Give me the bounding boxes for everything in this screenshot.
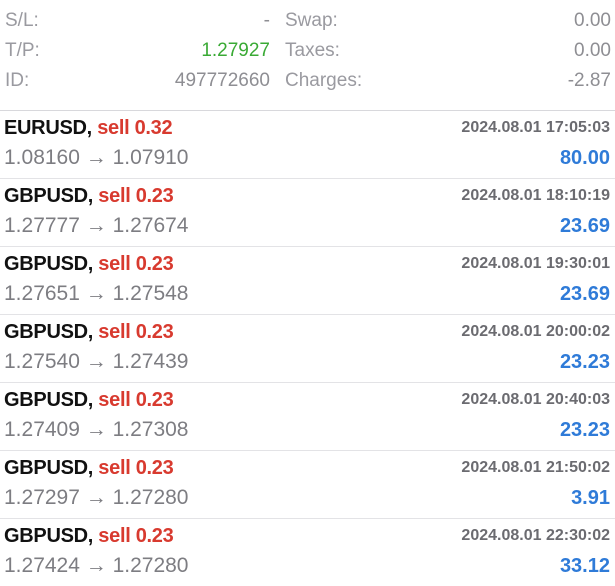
- order-symbol: GBPUSD, sell 0.23: [4, 457, 174, 479]
- tp-value: 1.27927: [201, 40, 270, 61]
- order-side: sell 0.32: [97, 117, 173, 139]
- order-profit: 23.69: [559, 283, 610, 305]
- order-side: sell 0.23: [98, 389, 174, 411]
- sl-value: -: [263, 10, 270, 31]
- order-row[interactable]: GBPUSD, sell 0.23 2024.08.01 19:30:01 1.…: [0, 246, 615, 314]
- order-profit: 33.12: [559, 555, 610, 577]
- order-side: sell 0.23: [98, 321, 174, 343]
- taxes-label: Taxes:: [285, 40, 340, 61]
- detail-row-sl-swap: S/L: - Swap: 0.00: [0, 5, 615, 35]
- orders-list: EURUSD, sell 0.32 2024.08.01 17:05:03 1.…: [0, 110, 615, 586]
- position-details: S/L: - Swap: 0.00 T/P: 1.27927 Taxes: 0.…: [0, 0, 615, 110]
- order-row[interactable]: GBPUSD, sell 0.23 2024.08.01 22:30:02 1.…: [0, 518, 615, 586]
- swap-label: Swap:: [285, 10, 338, 31]
- order-symbol: EURUSD, sell 0.32: [4, 117, 173, 139]
- order-profit: 23.69: [559, 215, 610, 237]
- order-prices: 1.27409 → 1.27308: [4, 418, 189, 441]
- detail-row-tp-taxes: T/P: 1.27927 Taxes: 0.00: [0, 35, 615, 65]
- order-prices: 1.27424 → 1.27280: [4, 554, 189, 577]
- charges-label: Charges:: [285, 70, 363, 91]
- order-row[interactable]: EURUSD, sell 0.32 2024.08.01 17:05:03 1.…: [0, 110, 615, 178]
- order-symbol: GBPUSD, sell 0.23: [4, 253, 174, 275]
- order-side: sell 0.23: [98, 253, 174, 275]
- order-time: 2024.08.01 19:30:01: [461, 255, 610, 272]
- id-value: 497772660: [174, 70, 270, 91]
- order-row[interactable]: GBPUSD, sell 0.23 2024.08.01 20:00:02 1.…: [0, 314, 615, 382]
- order-prices: 1.08160 → 1.07910: [4, 146, 189, 169]
- order-symbol: GBPUSD, sell 0.23: [4, 525, 174, 547]
- charges-value: -2.87: [567, 70, 611, 91]
- order-time: 2024.08.01 17:05:03: [461, 119, 610, 136]
- tp-label: T/P:: [5, 40, 40, 61]
- order-time: 2024.08.01 20:40:03: [461, 391, 610, 408]
- order-time: 2024.08.01 22:30:02: [461, 527, 610, 544]
- order-side: sell 0.23: [98, 457, 174, 479]
- order-prices: 1.27651 → 1.27548: [4, 282, 189, 305]
- order-prices: 1.27297 → 1.27280: [4, 486, 189, 509]
- swap-value: 0.00: [574, 10, 611, 31]
- order-symbol: GBPUSD, sell 0.23: [4, 389, 174, 411]
- order-profit: 23.23: [559, 351, 610, 373]
- id-label: ID:: [5, 70, 30, 91]
- detail-row-id-charges: ID: 497772660 Charges: -2.87: [0, 65, 615, 95]
- order-profit: 3.91: [571, 487, 610, 509]
- order-symbol: GBPUSD, sell 0.23: [4, 185, 174, 207]
- order-prices: 1.27777 → 1.27674: [4, 214, 189, 237]
- order-row[interactable]: GBPUSD, sell 0.23 2024.08.01 21:50:02 1.…: [0, 450, 615, 518]
- order-side: sell 0.23: [98, 525, 174, 547]
- order-row[interactable]: GBPUSD, sell 0.23 2024.08.01 18:10:19 1.…: [0, 178, 615, 246]
- order-side: sell 0.23: [98, 185, 174, 207]
- taxes-value: 0.00: [574, 40, 611, 61]
- order-symbol: GBPUSD, sell 0.23: [4, 321, 174, 343]
- order-time: 2024.08.01 18:10:19: [461, 187, 610, 204]
- order-time: 2024.08.01 21:50:02: [461, 459, 610, 476]
- order-profit: 23.23: [559, 419, 610, 441]
- order-time: 2024.08.01 20:00:02: [461, 323, 610, 340]
- sl-label: S/L:: [5, 10, 39, 31]
- order-row[interactable]: GBPUSD, sell 0.23 2024.08.01 20:40:03 1.…: [0, 382, 615, 450]
- order-profit: 80.00: [559, 147, 610, 169]
- order-prices: 1.27540 → 1.27439: [4, 350, 189, 373]
